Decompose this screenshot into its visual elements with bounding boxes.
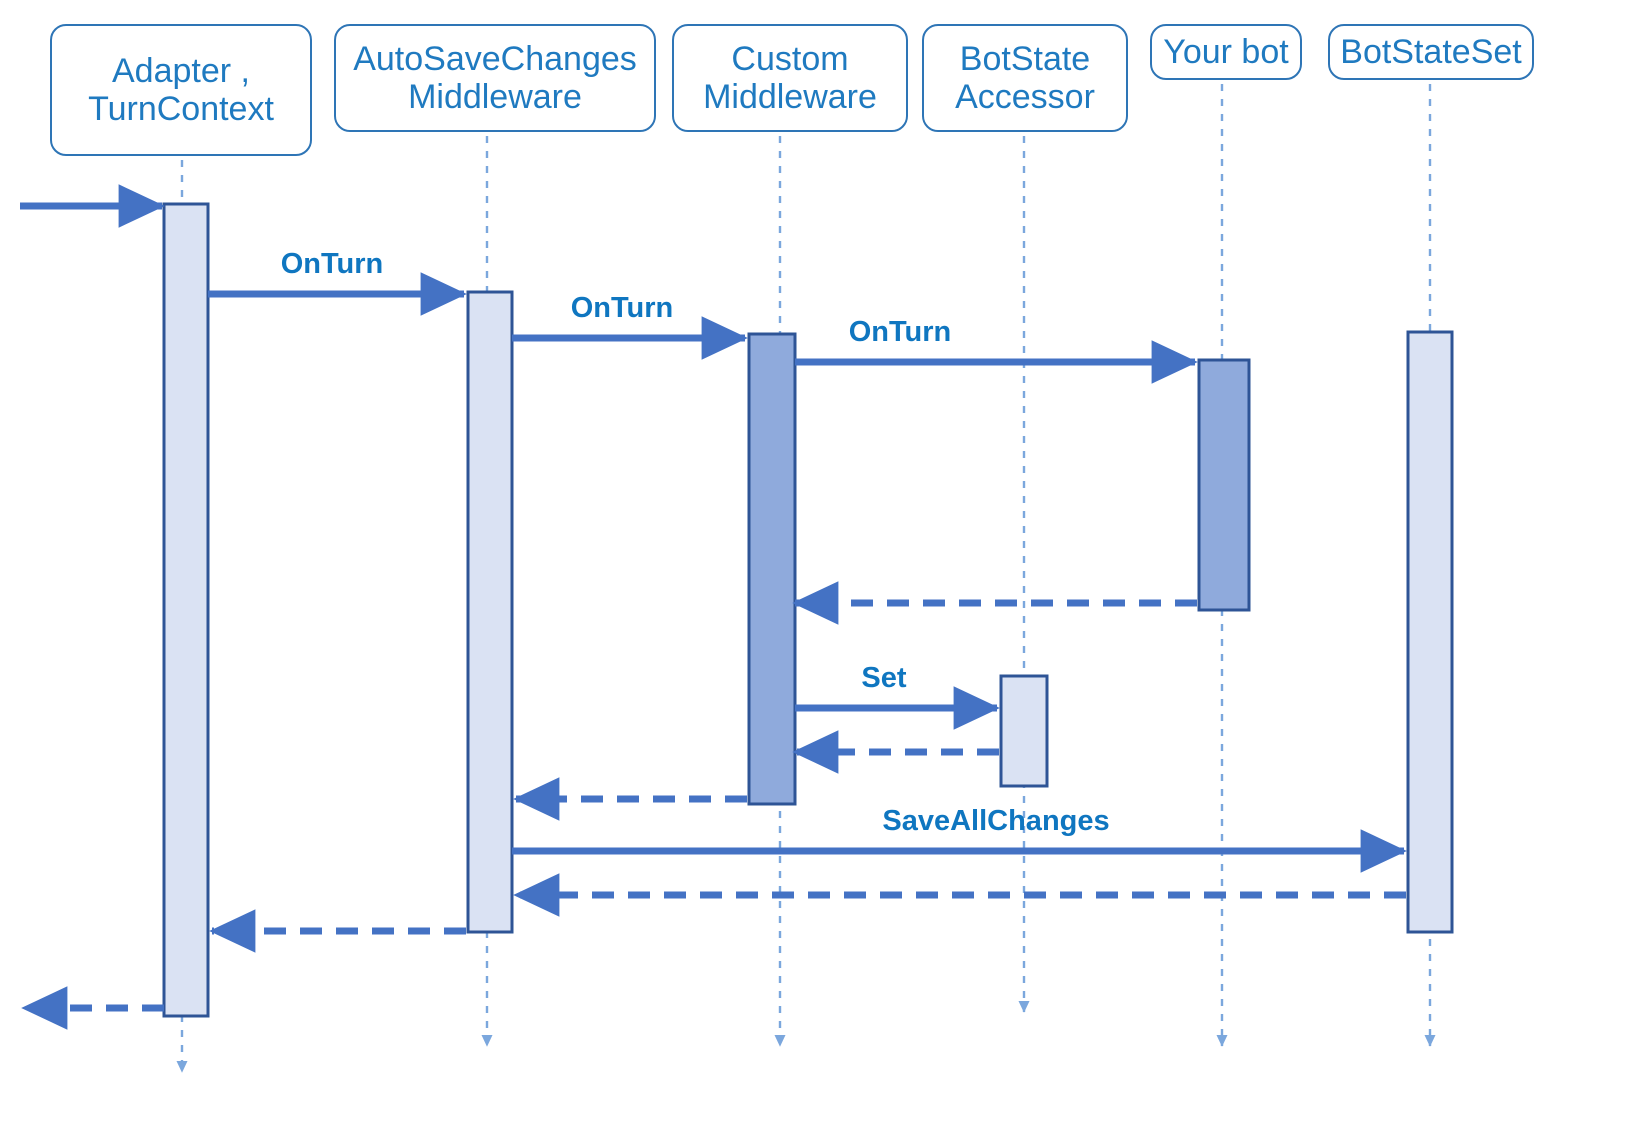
message-label-m-saveall: SaveAllChanges (882, 805, 1110, 837)
participant-label: Your bot (1163, 32, 1289, 71)
participant-accessor[interactable]: BotState Accessor (922, 24, 1128, 132)
participant-statesset[interactable]: BotStateSet (1328, 24, 1534, 80)
activation-accessor (999, 674, 1049, 788)
message-label-m-set: Set (861, 662, 907, 694)
activation-statesset (1406, 330, 1454, 934)
participant-label: AutoSaveChanges Middleware (353, 39, 637, 116)
participant-custom[interactable]: Custom Middleware (672, 24, 908, 132)
participant-label: Custom Middleware (703, 39, 877, 116)
participant-label: Adapter , TurnContext (88, 51, 274, 128)
activation-custom (747, 332, 797, 806)
activation-adapter (162, 202, 210, 1018)
sequence-diagram: Adapter , TurnContext AutoSaveChanges Mid… (0, 0, 1636, 1127)
message-label-m-onturn-1: OnTurn (280, 248, 384, 280)
message-label-m-onturn-3: OnTurn (848, 316, 952, 348)
participant-label: BotStateSet (1340, 32, 1522, 71)
participant-adapter[interactable]: Adapter , TurnContext (50, 24, 312, 156)
participant-yourbot[interactable]: Your bot (1150, 24, 1302, 80)
activation-yourbot (1197, 358, 1251, 612)
participant-autosave[interactable]: AutoSaveChanges Middleware (334, 24, 656, 132)
diagram-canvas (20, 84, 1454, 1073)
message-label-m-onturn-2: OnTurn (570, 292, 674, 324)
participant-label: BotState Accessor (955, 39, 1095, 116)
activation-autosave (466, 290, 514, 934)
